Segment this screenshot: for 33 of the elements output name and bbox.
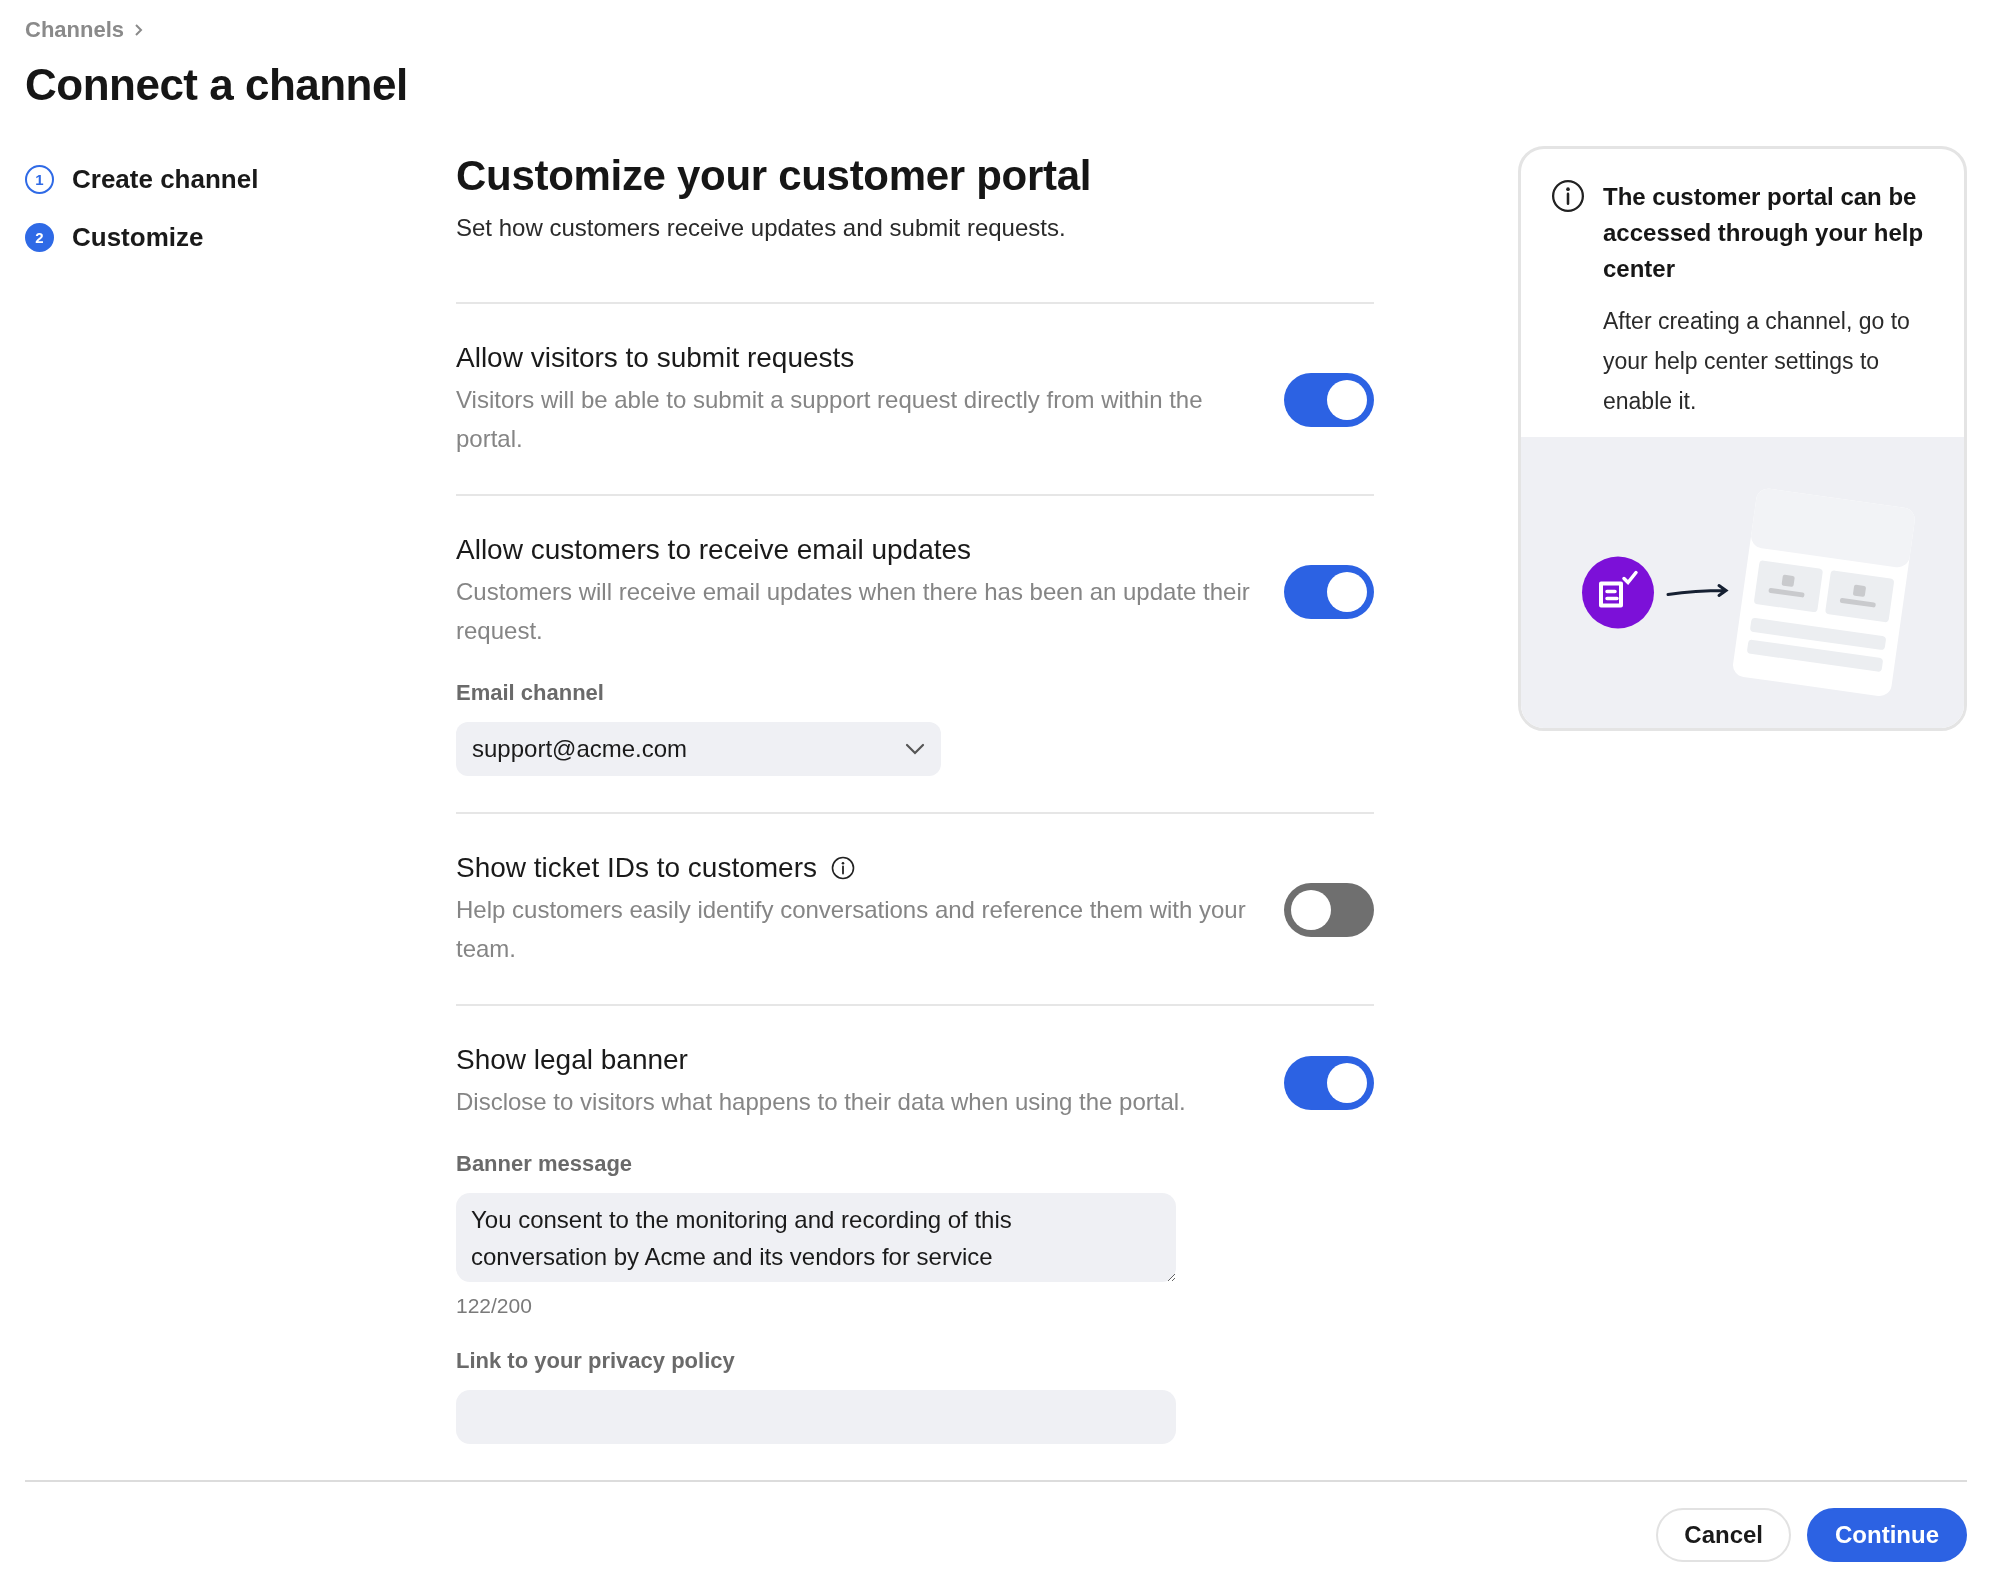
character-counter: 122/200 <box>456 1294 533 1318</box>
toggle-switch[interactable] <box>1284 883 1374 937</box>
step-label[interactable]: Customize <box>72 222 204 253</box>
section-subheading: Set how customers receive updates and submit requests. <box>456 214 1067 242</box>
toggle-switch[interactable] <box>1284 1055 1374 1110</box>
info-icon <box>1551 179 1585 213</box>
step-number: 2 <box>25 223 54 252</box>
step-number: 1 <box>25 165 54 194</box>
toggle-switch[interactable] <box>1284 565 1374 619</box>
step-label[interactable]: Create channel <box>72 164 259 195</box>
chevron-down-icon <box>905 743 925 755</box>
cancel-button[interactable]: Cancel <box>1656 1508 1791 1562</box>
setting-description: Help customers easily identify conversations and reference them with your team. <box>456 895 1247 964</box>
card-title: The customer portal can be accessed through your help center <box>1603 182 1925 284</box>
email-channel-select[interactable]: support@acme.com <box>456 722 941 776</box>
toggle-switch[interactable] <box>1284 373 1374 427</box>
setting-title: Show ticket IDs to customers <box>456 852 817 884</box>
banner-message-field[interactable]: You consent to the monitoring and recording of this conversation by Acme and its vendors for service <box>456 1193 1176 1282</box>
setting-title: Show legal banner <box>456 1044 688 1076</box>
info-icon <box>831 856 855 880</box>
field-label: Email channel <box>456 680 605 706</box>
page-title: Connect a channel <box>25 60 409 110</box>
setting-description: Visitors will be able to submit a support request directly from within the portal. <box>456 385 1204 454</box>
field-label: Banner message <box>456 1151 634 1177</box>
setting-title: Allow visitors to submit requests <box>456 342 855 374</box>
setting-description: Disclose to visitors what happens to their data when using the portal. <box>456 1087 1187 1117</box>
setting-description: Customers will receive email updates when there has been an update their request. <box>456 577 1251 646</box>
field-label: Link to your privacy policy <box>456 1348 736 1374</box>
card-body: After creating a channel, go to your help center settings to enable it. <box>1603 307 1911 416</box>
continue-button[interactable]: Continue <box>1807 1508 1967 1562</box>
chevron-right-icon <box>134 23 144 37</box>
section-heading: Customize your customer portal <box>456 152 1093 200</box>
setting-title: Allow customers to receive email updates <box>456 534 972 566</box>
